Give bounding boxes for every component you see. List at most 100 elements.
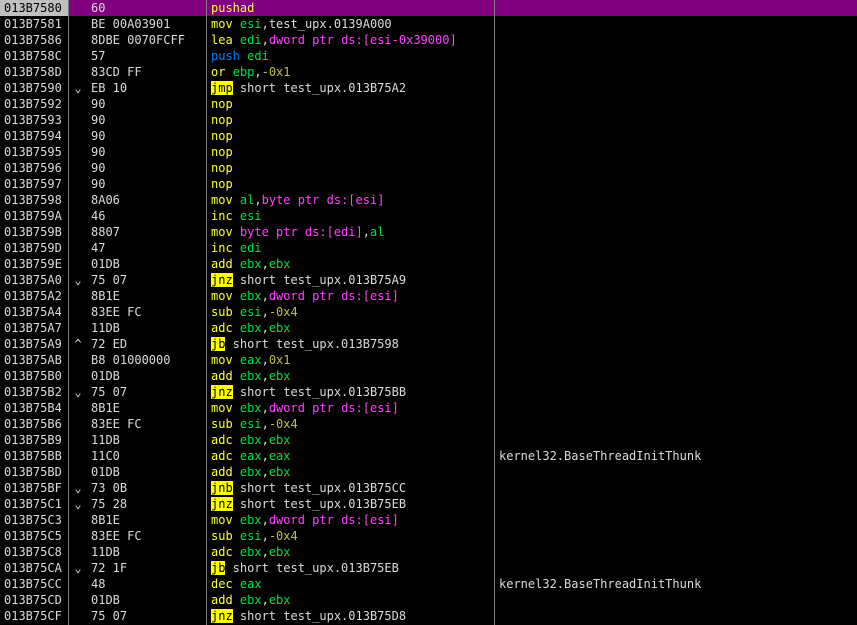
address-cell: 013B75C5 <box>4 529 62 543</box>
asm-register: ebp <box>232 65 255 79</box>
jump-mnemonic: jnb <box>211 481 233 495</box>
disasm-row-selected[interactable]: 013B7580 60 pushad <box>0 0 857 16</box>
disassembly-cell: inc esi <box>211 208 494 224</box>
address-cell: 013B7594 <box>4 129 62 143</box>
opcode-bytes-cell: 01DB <box>91 465 120 479</box>
disassembly-cell: jmp short test_upx.013B75A2 <box>211 80 494 96</box>
disasm-row[interactable]: 013B75C8 11DB adc ebx,ebx <box>0 544 857 560</box>
asm-register: edi <box>239 241 262 255</box>
disasm-row[interactable]: 013B759D 47 inc edi <box>0 240 857 256</box>
asm-punct: , <box>254 65 262 79</box>
asm-mnemonic: adc <box>211 321 240 335</box>
opcode-bytes-cell: 75 07 <box>91 273 128 287</box>
asm-mnemonic: nop <box>211 145 233 159</box>
address-cell: 013B75CD <box>4 593 62 607</box>
asm-register: ebx <box>239 545 262 559</box>
asm-register: esi <box>239 17 262 31</box>
disasm-row[interactable]: 013B75C5 83EE FC sub esi,-0x4 <box>0 528 857 544</box>
disasm-row[interactable]: 013B75A9 ^ 72 ED jb short test_upx.013B7598 <box>0 336 857 352</box>
disasm-row[interactable]: 013B75A4 83EE FC sub esi,-0x4 <box>0 304 857 320</box>
disasm-row[interactable]: 013B75C3 8B1E mov ebx,dword ptr ds:[esi] <box>0 512 857 528</box>
disasm-row[interactable]: 013B75A7 11DB adc ebx,ebx <box>0 320 857 336</box>
asm-mnemonic: adc <box>211 433 240 447</box>
disasm-row[interactable]: 013B759B 8807 mov byte ptr ds:[edi],al <box>0 224 857 240</box>
asm-punct: , <box>261 33 269 47</box>
asm-register: ebx <box>239 465 262 479</box>
asm-operand: short test_upx.013B75D8 <box>232 609 407 623</box>
disasm-row[interactable]: 013B75B9 11DB adc ebx,ebx <box>0 432 857 448</box>
disasm-row[interactable]: 013B75B6 83EE FC sub esi,-0x4 <box>0 416 857 432</box>
asm-register: edi <box>239 33 262 47</box>
asm-punct: , <box>261 433 269 447</box>
disasm-row[interactable]: 013B7593 90 nop <box>0 112 857 128</box>
asm-mnemonic: add <box>211 593 240 607</box>
asm-register: eax <box>239 353 262 367</box>
disasm-row[interactable]: 013B75CD 01DB add ebx,ebx <box>0 592 857 608</box>
opcode-bytes-cell: 01DB <box>91 369 120 383</box>
asm-punct: , <box>261 353 269 367</box>
disassembly-cell: lea edi,dword ptr ds:[esi-0x39000] <box>211 32 494 48</box>
disasm-row[interactable]: 013B75AB B8 01000000 mov eax,0x1 <box>0 352 857 368</box>
disasm-row[interactable]: 013B759E 01DB add ebx,ebx <box>0 256 857 272</box>
asm-mnemonic: mov <box>211 513 240 527</box>
disasm-row[interactable]: 013B7594 90 nop <box>0 128 857 144</box>
opcode-bytes-cell: 47 <box>91 241 106 255</box>
jump-mnemonic: jb <box>211 337 226 351</box>
disassembly-cell: pushad <box>211 0 494 16</box>
disasm-row[interactable]: 013B75B2 ⌄ 75 07 jnz short test_upx.013B75B… <box>0 384 857 400</box>
asm-register: ebx <box>268 321 291 335</box>
asm-operand: ,test_upx.0139A000 <box>261 17 392 31</box>
disasm-row[interactable]: 013B75BF ⌄ 73 0B jnb short test_upx.013B75C… <box>0 480 857 496</box>
asm-register: eax <box>268 449 291 463</box>
disasm-row[interactable]: 013B7592 90 nop <box>0 96 857 112</box>
disasm-row[interactable]: 013B7597 90 nop <box>0 176 857 192</box>
asm-mnemonic: adc <box>211 545 240 559</box>
asm-register: ebx <box>239 401 262 415</box>
asm-register: ebx <box>239 289 262 303</box>
disassembly-cell: adc ebx,ebx <box>211 432 494 448</box>
disasm-row[interactable]: 013B758D 83CD FF or ebp,-0x1 <box>0 64 857 80</box>
disasm-row[interactable]: 013B758C 57 push edi <box>0 48 857 64</box>
disasm-row[interactable]: 013B75B0 01DB add ebx,ebx <box>0 368 857 384</box>
disasm-row[interactable]: 013B7590 ⌄ EB 10 jmp short test_upx.013B75A… <box>0 80 857 96</box>
asm-keyword: dword ptr ds:[esi] <box>268 401 399 415</box>
disasm-row[interactable]: 013B75CC 48 dec eax kernel32.BaseThreadInit… <box>0 576 857 592</box>
disasm-row[interactable]: 013B75A0 ⌄ 75 07 jnz short test_upx.013B75A… <box>0 272 857 288</box>
address-cell: 013B75BB <box>4 449 62 463</box>
opcode-bytes-cell: 48 <box>91 577 106 591</box>
asm-mnemonic: mov <box>211 401 240 415</box>
address-cell: 013B75C1 <box>4 497 62 511</box>
disasm-row[interactable]: 013B75C1 ⌄ 75 28 jnz short test_upx.013B75E… <box>0 496 857 512</box>
address-cell: 013B7580 <box>0 0 68 16</box>
opcode-bytes-cell: 73 0B <box>91 481 128 495</box>
jump-mnemonic: jnz <box>211 497 233 511</box>
disasm-row[interactable]: 013B7586 8DBE 0070FCFF lea edi,dword ptr d… <box>0 32 857 48</box>
asm-mnemonic: mov <box>211 289 240 303</box>
disassembly-cell: add ebx,ebx <box>211 464 494 480</box>
disasm-row[interactable]: 013B759A 46 inc esi <box>0 208 857 224</box>
address-cell: 013B75BF <box>4 481 62 495</box>
asm-register: ebx <box>239 369 262 383</box>
disasm-row[interactable]: 013B7595 90 nop <box>0 144 857 160</box>
address-cell: 013B7590 <box>4 81 62 95</box>
address-cell: 013B75A4 <box>4 305 62 319</box>
disassembly-cell: jnz short test_upx.013B75D8 <box>211 608 494 624</box>
asm-mnemonic: add <box>211 257 240 271</box>
disasm-row[interactable]: 013B75BB 11C0 adc eax,eax kernel32.BaseThre… <box>0 448 857 464</box>
disasm-row[interactable]: 013B75B4 8B1E mov ebx,dword ptr ds:[esi] <box>0 400 857 416</box>
disasm-row[interactable]: 013B7581 BE 00A03901 mov esi,test_upx.0139… <box>0 16 857 32</box>
jump-mnemonic: jnz <box>211 273 233 287</box>
disasm-row[interactable]: 013B75CA ⌄ 72 1F jb short test_upx.013B75EB <box>0 560 857 576</box>
disassembly-cell: sub esi,-0x4 <box>211 416 494 432</box>
disasm-row[interactable]: 013B75A2 8B1E mov ebx,dword ptr ds:[esi] <box>0 288 857 304</box>
disasm-row[interactable]: 013B75CF 75 07 jnz short test_upx.013B75D8 <box>0 608 857 624</box>
disasm-row[interactable]: 013B7598 8A06 mov al,byte ptr ds:[esi] <box>0 192 857 208</box>
disassembly-cell: dec eax <box>211 576 494 592</box>
asm-register: ebx <box>239 433 262 447</box>
asm-mnemonic: adc <box>211 449 240 463</box>
disasm-row[interactable]: 013B75BD 01DB add ebx,ebx <box>0 464 857 480</box>
disasm-row[interactable]: 013B7596 90 nop <box>0 160 857 176</box>
address-cell: 013B7598 <box>4 193 62 207</box>
address-cell: 013B7597 <box>4 177 62 191</box>
asm-register: esi <box>239 305 262 319</box>
